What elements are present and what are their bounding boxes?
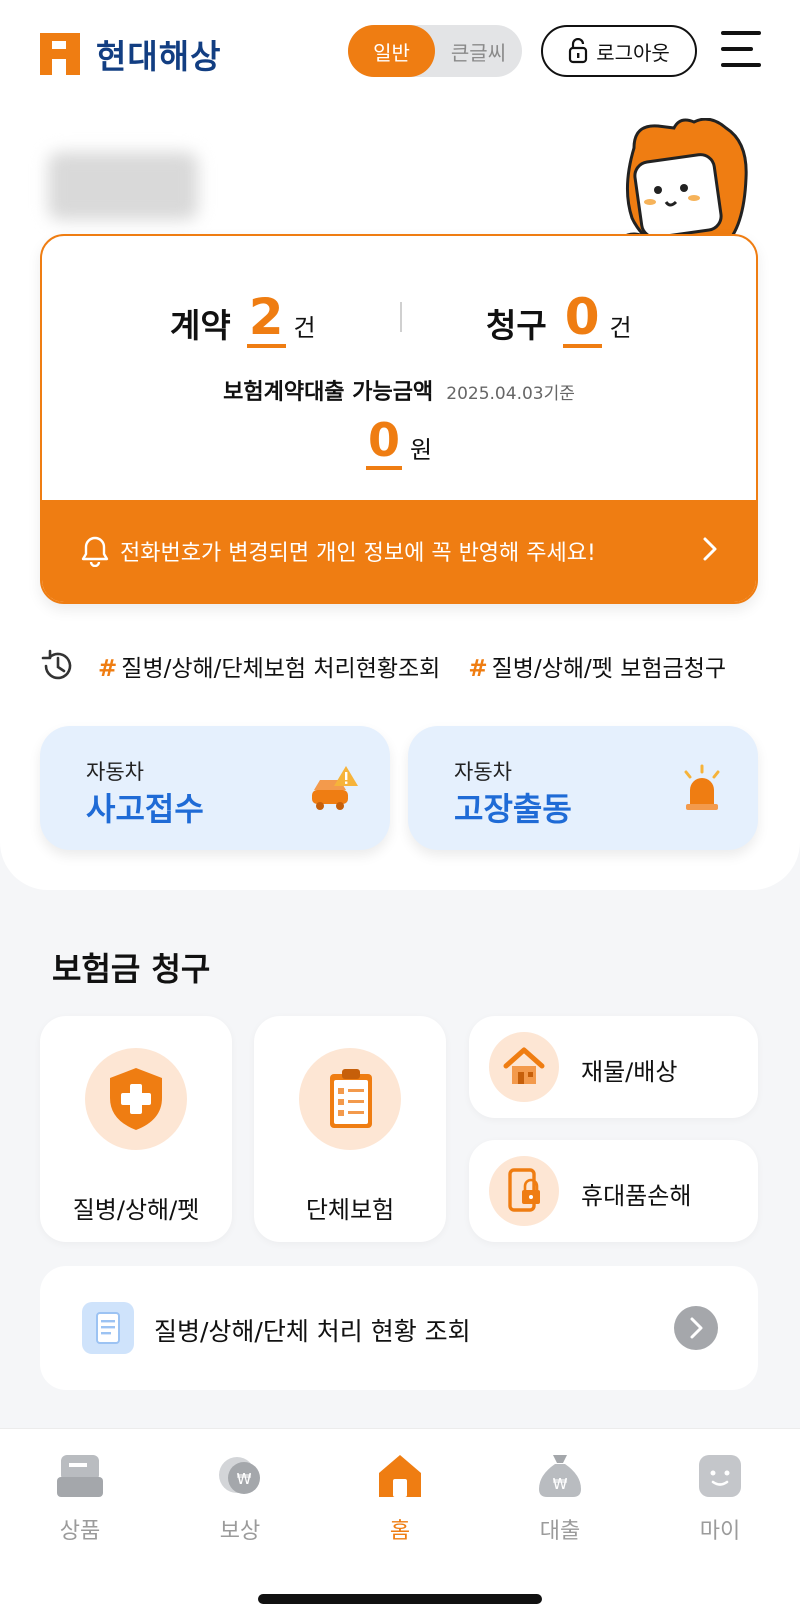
bell-icon bbox=[81, 536, 109, 567]
nav-product-label: 상품 bbox=[59, 1519, 101, 1544]
notice-text: 전화번호가 변경되면 개인 정보에 꼭 반영해 주세요! bbox=[120, 541, 596, 566]
toggle-normal[interactable]: 일반 bbox=[348, 25, 435, 77]
nav-my-label: 마이 bbox=[699, 1519, 741, 1544]
contract-count: 2 bbox=[246, 288, 286, 348]
loan-date: 2025.04.03기준 bbox=[446, 384, 575, 404]
nav-home[interactable]: 홈 bbox=[320, 1451, 480, 1545]
nav-compensation[interactable]: ₩ 보상 bbox=[160, 1451, 320, 1545]
loan-amount[interactable]: 0 원 bbox=[42, 414, 756, 470]
brand-logo[interactable]: 현대해상 bbox=[40, 30, 221, 78]
auto-accident-small: 자동차 bbox=[86, 760, 144, 784]
claim-tile-property-label: 재물/배상 bbox=[581, 1058, 678, 1086]
claim-tile-belongings[interactable]: 휴대품손해 bbox=[469, 1140, 758, 1242]
home-indicator bbox=[258, 1594, 542, 1604]
compensation-icon: ₩ bbox=[219, 1457, 260, 1494]
claim-status-label: 질병/상해/단체 처리 현황 조회 bbox=[154, 1317, 471, 1346]
claim-stat[interactable]: 청구 0 건 bbox=[486, 290, 632, 348]
claims-title: 보험금 청구 bbox=[52, 950, 211, 988]
product-icon bbox=[57, 1455, 103, 1497]
phone-change-notice[interactable]: 전화번호가 변경되면 개인 정보에 꼭 반영해 주세요! bbox=[42, 500, 756, 602]
auto-breakdown-small: 자동차 bbox=[454, 760, 512, 784]
car-accident-icon bbox=[312, 766, 358, 810]
house-icon bbox=[503, 1047, 545, 1084]
loan-label: 보험계약대출 가능금액 bbox=[223, 380, 434, 405]
nav-compensation-label: 보상 bbox=[219, 1519, 261, 1544]
contract-label: 계약 bbox=[170, 306, 231, 345]
blurred-user-name bbox=[48, 152, 198, 220]
history-icon[interactable] bbox=[40, 648, 76, 684]
summary-card: 계약 2 건 청구 0 건 보험계약대출 가능금액 2025.04.03기준 0… bbox=[40, 234, 758, 604]
header: 현대해상 일반 큰글씨 로그아웃 bbox=[0, 0, 800, 100]
hyundai-h-logo-icon bbox=[40, 33, 80, 75]
claim-status-row[interactable]: 질병/상해/단체 처리 현황 조회 bbox=[40, 1266, 758, 1390]
chevron-right-circle-icon[interactable] bbox=[674, 1306, 718, 1350]
recent-link-status[interactable]: # 질병/상해/단체보험 처리현황조회 bbox=[98, 649, 440, 683]
nav-my[interactable]: 마이 bbox=[640, 1451, 800, 1545]
auto-accident-button[interactable]: 자동차 사고접수 bbox=[40, 726, 390, 850]
svg-text:₩: ₩ bbox=[237, 1470, 252, 1488]
chevron-right-icon bbox=[703, 537, 717, 561]
auto-accident-big: 사고접수 bbox=[86, 790, 204, 828]
claim-tile-illness[interactable]: 질병/상해/펫 bbox=[40, 1016, 232, 1242]
claim-tile-group-label: 단체보험 bbox=[305, 1196, 395, 1224]
contract-unit: 건 bbox=[293, 314, 316, 342]
siren-icon bbox=[684, 764, 720, 810]
home-icon bbox=[379, 1455, 421, 1497]
recent-link-claim[interactable]: # 질병/상해/펫 보험금청구 bbox=[468, 649, 726, 683]
nav-home-label: 홈 bbox=[389, 1519, 411, 1544]
claim-tile-group[interactable]: 단체보험 bbox=[254, 1016, 446, 1242]
toggle-large-text[interactable]: 큰글씨 bbox=[435, 25, 522, 77]
nav-product[interactable]: 상품 bbox=[0, 1451, 160, 1545]
loan-bag-icon: ₩ bbox=[539, 1455, 581, 1497]
auto-breakdown-big: 고장출동 bbox=[454, 790, 572, 828]
claim-count: 0 bbox=[562, 288, 602, 348]
medical-shield-icon bbox=[110, 1068, 162, 1130]
phone-lock-icon bbox=[508, 1168, 540, 1212]
font-size-toggle[interactable]: 일반 큰글씨 bbox=[348, 25, 522, 77]
nav-loan-label: 대출 bbox=[539, 1519, 581, 1544]
recent-links: # 질병/상해/단체보험 처리현황조회 # 질병/상해/펫 보험금청구 bbox=[40, 648, 754, 684]
clipboard-icon bbox=[330, 1069, 372, 1128]
logout-label: 로그아웃 bbox=[596, 40, 670, 65]
claim-unit: 건 bbox=[609, 314, 632, 342]
document-icon bbox=[82, 1302, 134, 1354]
contract-stat[interactable]: 계약 2 건 bbox=[170, 290, 316, 348]
auto-breakdown-button[interactable]: 자동차 고장출동 bbox=[408, 726, 758, 850]
loan-header: 보험계약대출 가능금액 2025.04.03기준 bbox=[42, 374, 756, 406]
brand-name: 현대해상 bbox=[96, 37, 222, 76]
my-face-icon bbox=[699, 1455, 741, 1497]
claim-tile-illness-label: 질병/상해/펫 bbox=[72, 1196, 200, 1224]
claim-tile-belongings-label: 휴대품손해 bbox=[581, 1182, 692, 1210]
stat-divider bbox=[400, 302, 402, 332]
claim-tile-property[interactable]: 재물/배상 bbox=[469, 1016, 758, 1118]
hamburger-menu-icon[interactable] bbox=[721, 31, 761, 69]
logout-button[interactable]: 로그아웃 bbox=[541, 25, 697, 77]
unlock-icon bbox=[569, 38, 588, 64]
claim-label: 청구 bbox=[486, 306, 547, 345]
nav-loan[interactable]: ₩ 대출 bbox=[480, 1451, 640, 1545]
loan-amount-unit: 원 bbox=[409, 436, 433, 464]
svg-text:₩: ₩ bbox=[553, 1475, 568, 1493]
loan-amount-value: 0 bbox=[365, 414, 402, 470]
bottom-nav: 상품 ₩ 보상 홈 ₩ 대출 마이 bbox=[0, 1428, 800, 1620]
